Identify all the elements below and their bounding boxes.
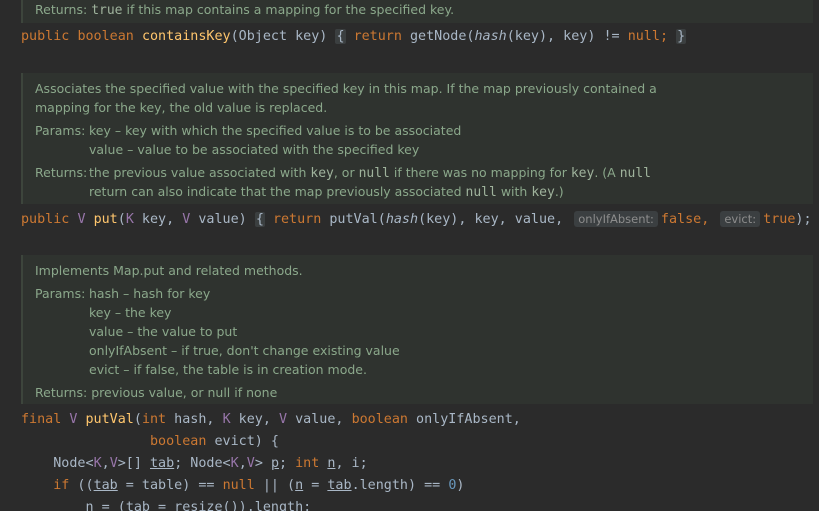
- javadoc-param: value – value to be associated with the …: [89, 142, 420, 157]
- javadoc-returns-label: Returns:: [35, 165, 88, 180]
- javadoc-param: key – the key: [89, 305, 172, 320]
- code-line-put-val-signature[interactable]: final V putVal(int hash, K key, V value,…: [21, 412, 521, 427]
- code-editor[interactable]: Returns: true if this map contains a map…: [0, 0, 819, 511]
- javadoc-params-label: Params:: [35, 123, 86, 138]
- javadoc-returns: Returns: true if this map contains a map…: [35, 2, 455, 18]
- code-line-contains-key[interactable]: public boolean containsKey(Object key) {…: [21, 29, 687, 44]
- fold-open-brace[interactable]: {: [254, 212, 265, 227]
- code-line-declarations[interactable]: Node<K,V>[] tab; Node<K,V> p; int n, i;: [21, 456, 367, 471]
- code-line-put-val-signature-cont[interactable]: boolean evict) {: [21, 434, 279, 449]
- javadoc-param: hash – hash for key: [89, 286, 211, 301]
- parameter-hint-only-if-absent: onlyIfAbsent:: [574, 211, 658, 227]
- javadoc-params-label: Params:: [35, 286, 86, 301]
- code-line-if-table-null[interactable]: if ((tab = table) == null || (n = tab.le…: [21, 478, 464, 493]
- fold-open-brace[interactable]: {: [335, 29, 346, 44]
- javadoc-returns-text: the previous value associated with key, …: [89, 165, 652, 181]
- code-line-resize[interactable]: n = (tab = resize()).length;: [21, 500, 312, 511]
- fold-close-brace[interactable]: }: [676, 29, 687, 44]
- javadoc-param: evict – if false, the table is in creati…: [89, 362, 367, 377]
- javadoc-param: key – key with which the specified value…: [89, 123, 462, 138]
- javadoc-returns-text: return can also indicate that the map pr…: [89, 184, 564, 200]
- code-line-put[interactable]: public V put(K key, V value) { return pu…: [21, 211, 819, 227]
- javadoc-param: value – the value to put: [89, 324, 238, 339]
- javadoc-description: Associates the specified value with the …: [35, 81, 657, 96]
- javadoc-description: Implements Map.put and related methods.: [35, 263, 303, 278]
- javadoc-returns: Returns: previous value, or null if none: [35, 385, 278, 400]
- parameter-hint-evict: evict:: [720, 211, 761, 227]
- javadoc-description: mapping for the key, the old value is re…: [35, 100, 328, 115]
- javadoc-param: onlyIfAbsent – if true, don't change exi…: [89, 343, 400, 358]
